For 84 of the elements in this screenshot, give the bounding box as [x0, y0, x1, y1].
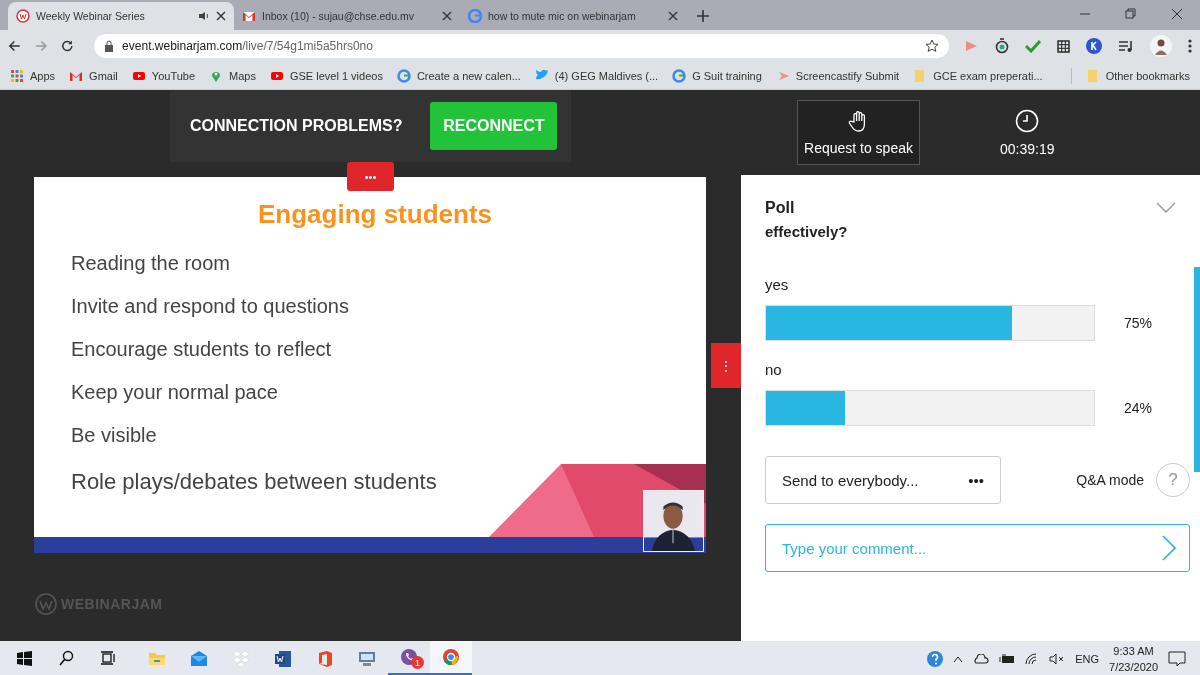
percent-text: 24%: [1123, 400, 1152, 416]
bookmark[interactable]: Maps: [209, 68, 256, 83]
battery-icon[interactable]: [999, 653, 1016, 664]
bullet-text: Invite and respond to questions: [71, 295, 350, 318]
bookmark[interactable]: Screencastify Submit: [775, 68, 900, 83]
folder-icon: [1085, 68, 1100, 83]
document-icon[interactable]: [274, 649, 292, 668]
side-menu-button[interactable]: ⋮: [711, 343, 741, 388]
google-icon: [468, 9, 482, 23]
bookmark[interactable]: Gmail: [69, 68, 118, 83]
comment-field[interactable]: Type your comment...: [765, 524, 1190, 572]
cloud-icon[interactable]: [973, 653, 990, 664]
star-icon[interactable]: [925, 39, 939, 53]
bookmark[interactable]: GCE exam preperati...: [913, 68, 1043, 83]
google-icon: [672, 68, 687, 83]
bookmark[interactable]: YouTube: [131, 68, 196, 83]
scrollbar[interactable]: [1194, 267, 1200, 472]
bookmark[interactable]: Other bookmarks: [1085, 68, 1190, 83]
webinar-logo-icon: [35, 593, 57, 615]
qa-mode-label: Q&A mode: [1076, 472, 1144, 488]
bookmark[interactable]: Create a new calen...: [396, 68, 521, 83]
recipient-dropdown[interactable]: Send to everybody... •••: [765, 456, 1001, 504]
bookmark[interactable]: (4) GEG Maldives (...: [534, 68, 659, 83]
speaker-icon: [198, 11, 210, 21]
task-view-icon[interactable]: [100, 649, 118, 668]
more-icon[interactable]: [1188, 39, 1192, 53]
timer-text: 00:39:19: [1000, 140, 1055, 157]
avatar-icon[interactable]: [1150, 35, 1172, 57]
windows-icon[interactable]: [16, 649, 34, 668]
browser-tab[interactable]: how to mute mic on webinarjam: [460, 2, 686, 30]
percent-text: 75%: [1123, 315, 1152, 331]
bullet-text: Encourage students to reflect: [71, 338, 333, 361]
browser-tab[interactable]: Weekly Webinar Series: [8, 2, 234, 30]
language-indicator[interactable]: ENG: [1075, 652, 1100, 665]
webinar-logo-icon: [16, 9, 30, 23]
clock-icon: [1015, 108, 1040, 133]
bookmark[interactable]: G Suit training: [672, 68, 762, 83]
chevron-down-icon[interactable]: [1156, 202, 1176, 214]
close-icon[interactable]: [442, 11, 452, 21]
back-icon[interactable]: [8, 39, 21, 53]
bullet-text: Keep your normal pace: [71, 381, 279, 404]
poll-title: Poll: [765, 199, 795, 217]
bullet-text: Role plays/debates between students: [71, 469, 438, 495]
option-label: no: [765, 361, 783, 378]
url-text: event.webinarjam.com/live/7/54g1mi5a5hrs0no: [122, 39, 373, 53]
clock-date[interactable]: 7/23/2020: [1109, 660, 1158, 673]
reload-icon[interactable]: [61, 39, 75, 53]
computer-icon[interactable]: [358, 649, 376, 668]
restore-icon[interactable]: [1125, 8, 1137, 20]
close-icon[interactable]: [1171, 8, 1183, 20]
notification-badge: 1: [411, 656, 424, 669]
browser-tab[interactable]: Inbox (10) - sujau@chse.edu.mv: [234, 2, 460, 30]
bullet-text: Be visible: [71, 424, 158, 447]
new-tab-icon[interactable]: [696, 9, 710, 23]
slide-menu-button[interactable]: •••: [347, 162, 394, 191]
lock-icon: [104, 40, 115, 52]
slide-title: Engaging students: [258, 199, 492, 230]
apps-grid-icon: [10, 68, 24, 83]
help-icon[interactable]: [927, 650, 944, 667]
caret-up-icon[interactable]: [953, 654, 964, 663]
bookmark[interactable]: GSE level 1 videos: [269, 68, 383, 83]
google-icon: [396, 68, 411, 83]
poll-question: effectively?: [765, 223, 849, 240]
search-icon[interactable]: [58, 649, 76, 668]
notification-icon[interactable]: [1168, 650, 1186, 667]
playlist-icon[interactable]: [1118, 39, 1134, 53]
option-label: yes: [765, 276, 790, 293]
mail-icon: [242, 9, 256, 23]
banner-text: CONNECTION PROBLEMS?: [190, 117, 403, 135]
browser-icon[interactable]: [442, 648, 460, 666]
bookmark[interactable]: Apps: [10, 68, 56, 83]
close-icon[interactable]: [668, 11, 678, 21]
request-to-speak-button[interactable]: Request to speak: [797, 100, 920, 165]
grid-icon[interactable]: [1057, 39, 1070, 53]
checkmark-icon[interactable]: [1025, 39, 1041, 53]
stopwatch-icon[interactable]: [995, 38, 1009, 54]
muted-speaker-icon[interactable]: [1049, 652, 1066, 665]
k-circle-icon[interactable]: [1086, 38, 1102, 54]
bullet-text: Reading the room: [71, 252, 231, 275]
address-bar[interactable]: event.webinarjam.com/live/7/54g1mi5a5hrs0no: [94, 34, 949, 58]
clock-time[interactable]: 9:33 AM: [1113, 644, 1154, 657]
close-icon[interactable]: [216, 11, 226, 21]
office-icon[interactable]: [316, 649, 334, 668]
mail-icon[interactable]: [190, 649, 208, 668]
